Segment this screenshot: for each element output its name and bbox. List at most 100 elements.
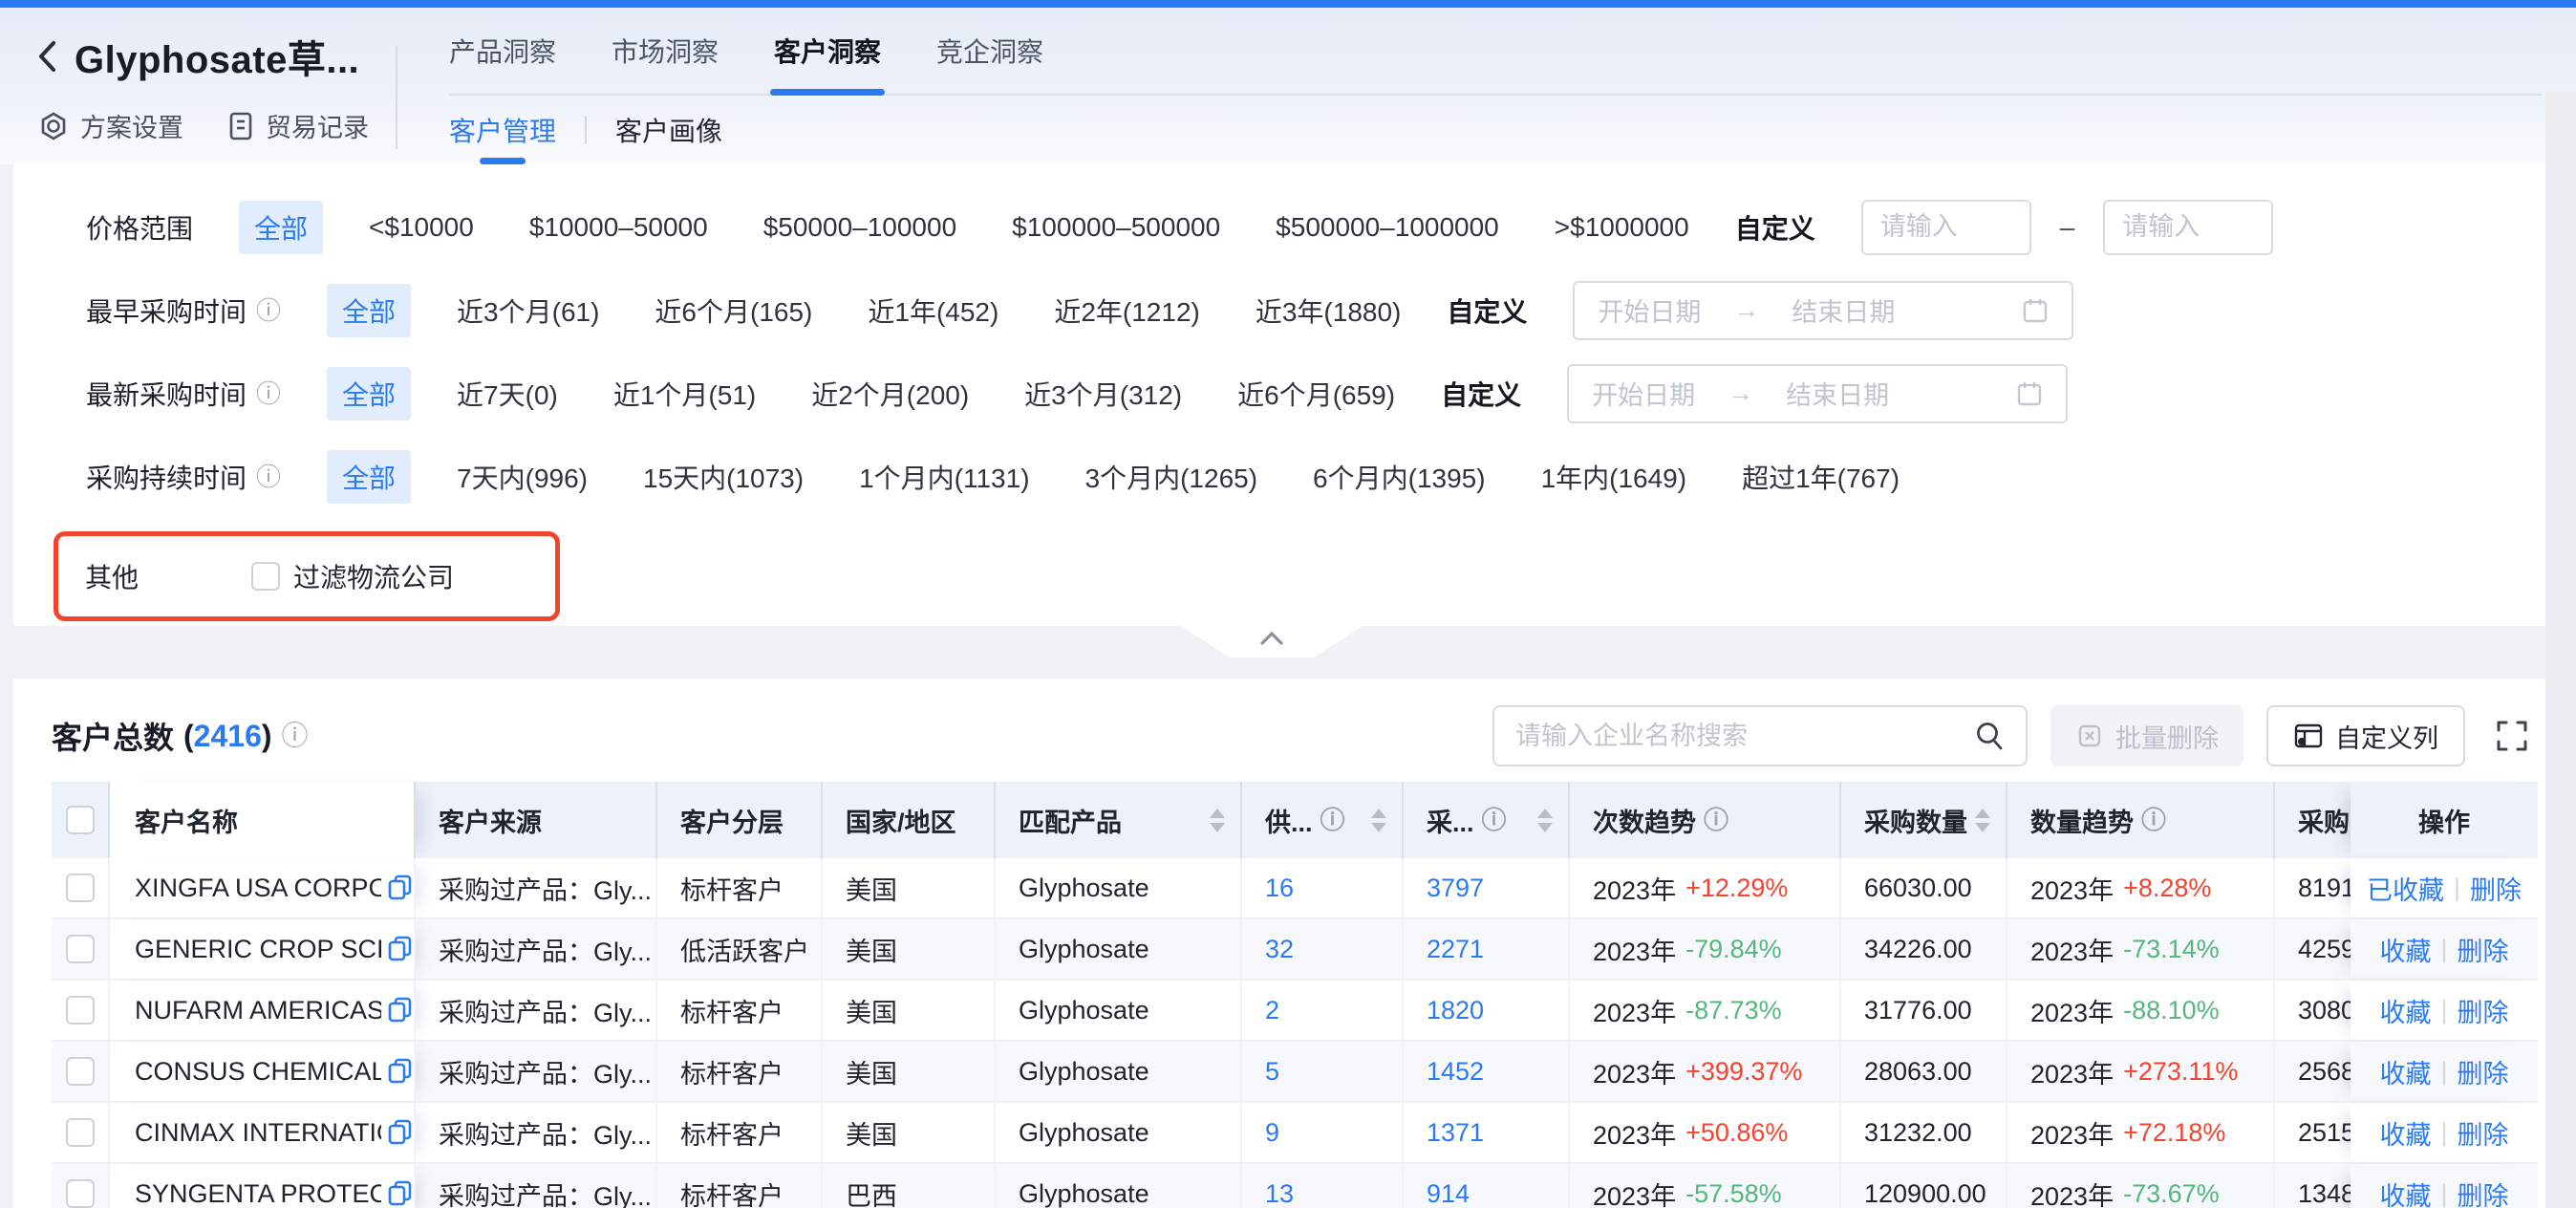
filter-option[interactable]: 近3年(1880) (1256, 291, 1402, 330)
date-start-placeholder[interactable]: 开始日期 (1598, 291, 1701, 329)
delete-link[interactable]: 删除 (2458, 931, 2509, 968)
favorite-link[interactable]: 收藏 (2379, 1114, 2431, 1152)
copy-icon[interactable] (387, 935, 414, 963)
price-min-input[interactable] (1861, 200, 2031, 255)
filter-all-chip[interactable]: 全部 (327, 450, 411, 504)
filter-option[interactable]: 近7天(0) (457, 375, 558, 413)
subtab-customer-management[interactable]: 客户管理 (449, 111, 556, 149)
info-icon[interactable]: ⓘ (1482, 808, 1507, 832)
purchase-count-link[interactable]: 2271 (1404, 919, 1570, 979)
supplier-count-link[interactable]: 32 (1242, 919, 1404, 979)
filter-option[interactable]: <$10000 (369, 212, 474, 243)
favorite-link[interactable]: 收藏 (2379, 931, 2431, 968)
customer-name-cell[interactable]: GENERIC CROP SCI (110, 919, 416, 979)
customer-name[interactable]: XINGFA USA CORPO (135, 874, 381, 903)
custom-option[interactable]: 自定义 (1447, 291, 1527, 330)
sort-icon[interactable] (1975, 809, 1990, 832)
select-all-checkbox[interactable] (52, 782, 110, 858)
row-checkbox[interactable] (52, 981, 110, 1040)
batch-delete-button[interactable]: 批量删除 (2050, 705, 2243, 766)
sort-icon[interactable] (1371, 809, 1386, 832)
row-checkbox[interactable] (52, 1164, 110, 1208)
row-checkbox[interactable] (52, 919, 110, 979)
info-icon[interactable]: ⓘ (256, 381, 281, 406)
date-range-picker[interactable]: 开始日期 → 结束日期 (1567, 364, 2068, 423)
customer-name[interactable]: CONSUS CHEMICAL (135, 1057, 381, 1087)
supplier-count-link[interactable]: 9 (1242, 1103, 1404, 1162)
customer-name-cell[interactable]: SYNGENTA PROTEC (110, 1164, 416, 1208)
supplier-count-link[interactable]: 2 (1242, 981, 1404, 1040)
sort-icon[interactable] (1210, 809, 1225, 832)
filter-option[interactable]: 1个月内(1131) (859, 458, 1029, 496)
back-icon[interactable] (34, 37, 59, 76)
column-purchase-count[interactable]: 采...ⓘ (1404, 782, 1570, 858)
copy-icon[interactable] (387, 1057, 414, 1086)
delete-link[interactable]: 删除 (2458, 1053, 2509, 1090)
filter-option[interactable]: 15天内(1073) (643, 458, 804, 496)
copy-icon[interactable] (387, 1118, 414, 1147)
copy-icon[interactable] (387, 874, 414, 902)
filter-option[interactable]: 近3个月(312) (1024, 375, 1182, 413)
date-end-placeholder[interactable]: 结束日期 (1786, 375, 1889, 412)
purchase-count-link[interactable]: 914 (1404, 1164, 1570, 1208)
customer-name[interactable]: GENERIC CROP SCI (135, 935, 381, 964)
purchase-count-link[interactable]: 3797 (1404, 858, 1570, 917)
row-checkbox[interactable] (52, 858, 110, 917)
filter-option[interactable]: >$1000000 (1555, 212, 1689, 243)
tab-market-insight[interactable]: 市场洞察 (612, 8, 719, 94)
customer-name-cell[interactable]: CONSUS CHEMICAL (110, 1042, 416, 1101)
info-icon[interactable]: ⓘ (2141, 808, 2166, 832)
filter-option[interactable]: 1年内(1649) (1541, 458, 1687, 496)
filter-option[interactable]: 近1个月(51) (613, 375, 756, 413)
delete-link[interactable]: 删除 (2458, 1114, 2509, 1152)
filter-option[interactable]: 3个月内(1265) (1085, 458, 1258, 496)
subtab-customer-profile[interactable]: 客户画像 (615, 111, 722, 149)
info-icon[interactable]: ⓘ (256, 464, 281, 489)
custom-option[interactable]: 自定义 (1735, 208, 1815, 247)
info-icon[interactable]: ⓘ (1704, 808, 1728, 832)
date-range-picker[interactable]: 开始日期 → 结束日期 (1573, 281, 2073, 340)
plan-settings-button[interactable]: 方案设置 (38, 107, 183, 144)
copy-icon[interactable] (387, 1179, 414, 1208)
filter-option[interactable]: $10000–50000 (529, 212, 708, 243)
customer-name-cell[interactable]: NUFARM AMERICAS, (110, 981, 416, 1040)
tab-competitor-insight[interactable]: 竞企洞察 (936, 8, 1043, 94)
filter-all-chip[interactable]: 全部 (327, 367, 411, 421)
customer-name[interactable]: SYNGENTA PROTEC (135, 1179, 381, 1208)
filter-option[interactable]: 近1年(452) (868, 291, 998, 330)
filter-option[interactable]: 超过1年(767) (1742, 458, 1900, 496)
filter-option[interactable]: $100000–500000 (1012, 212, 1220, 243)
filter-option[interactable]: 近2个月(200) (811, 375, 969, 413)
favorite-link[interactable]: 收藏 (2379, 1176, 2431, 1208)
tab-product-insight[interactable]: 产品洞察 (449, 8, 556, 94)
info-icon[interactable]: ⓘ (256, 298, 281, 323)
filter-option[interactable]: 7天内(996) (457, 458, 588, 496)
info-icon[interactable]: ⓘ (1320, 808, 1345, 832)
sort-icon[interactable] (1537, 809, 1553, 832)
customer-name[interactable]: CINMAX INTERNATIO (135, 1118, 381, 1148)
favorite-link[interactable]: 已收藏 (2367, 870, 2444, 907)
filter-option[interactable]: $50000–100000 (763, 212, 956, 243)
column-supplier-count[interactable]: 供...ⓘ (1242, 782, 1404, 858)
column-purchase-qty[interactable]: 采购数量 (1841, 782, 2007, 858)
supplier-count-link[interactable]: 16 (1242, 858, 1404, 917)
custom-columns-button[interactable]: 自定义列 (2266, 705, 2465, 766)
filter-all-chip[interactable]: 全部 (239, 201, 323, 254)
search-icon[interactable] (1972, 719, 2007, 753)
delete-link[interactable]: 删除 (2458, 1176, 2509, 1208)
date-start-placeholder[interactable]: 开始日期 (1592, 375, 1695, 412)
filter-option[interactable]: 近2年(1212) (1054, 291, 1200, 330)
supplier-count-link[interactable]: 13 (1242, 1164, 1404, 1208)
filter-option[interactable]: 近6个月(165) (655, 291, 812, 330)
customer-name-cell[interactable]: CINMAX INTERNATIO (110, 1103, 416, 1162)
supplier-count-link[interactable]: 5 (1242, 1042, 1404, 1101)
company-search-box[interactable] (1492, 705, 2028, 766)
filter-all-chip[interactable]: 全部 (327, 284, 411, 337)
column-matched-product[interactable]: 匹配产品 (996, 782, 1242, 858)
customer-name-cell[interactable]: XINGFA USA CORPO (110, 858, 416, 917)
purchase-count-link[interactable]: 1371 (1404, 1103, 1570, 1162)
trade-records-button[interactable]: 贸易记录 (227, 107, 369, 144)
filter-option[interactable]: 近3个月(61) (457, 291, 599, 330)
filter-option[interactable]: $500000–1000000 (1276, 212, 1499, 243)
delete-link[interactable]: 删除 (2470, 870, 2522, 907)
